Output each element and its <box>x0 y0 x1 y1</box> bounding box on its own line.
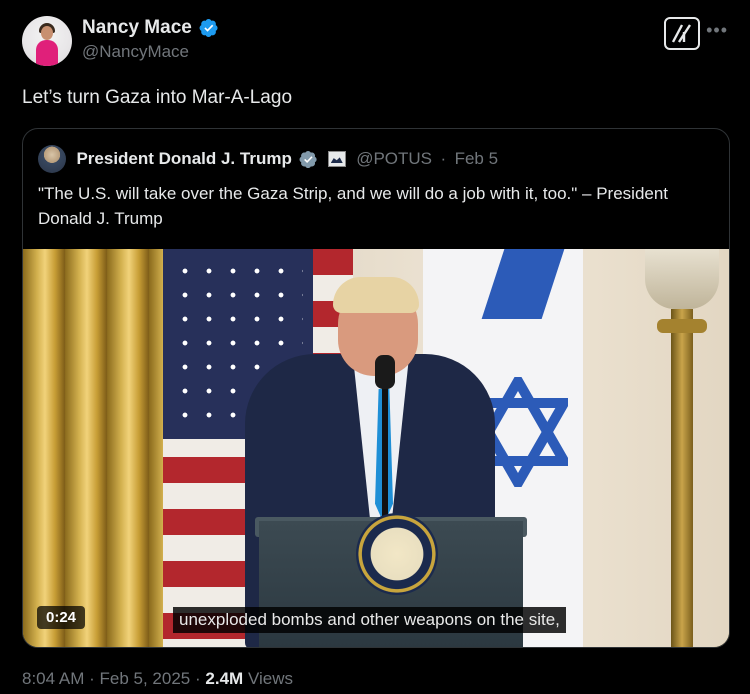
post-time[interactable]: 8:04 AM <box>22 669 84 688</box>
quoted-author-name[interactable]: President Donald J. Trump <box>76 149 291 169</box>
author-handle[interactable]: @NancyMace <box>82 42 219 62</box>
quoted-post-card[interactable]: President Donald J. Trump @POTUS · Feb 5… <box>22 128 730 648</box>
separator-dot: · <box>195 669 201 688</box>
post-date[interactable]: Feb 5, 2025 <box>100 669 191 688</box>
more-icon: ••• <box>706 20 728 40</box>
presidential-seal-icon <box>356 513 438 595</box>
quoted-post-date[interactable]: Feb 5 <box>455 149 498 169</box>
verified-badge-icon <box>299 150 317 168</box>
post-text: Let’s turn Gaza into Mar-A-Lago <box>22 87 293 108</box>
video-player[interactable]: 0:24 unexploded bombs and other weapons … <box>23 249 729 647</box>
verified-badge-icon <box>199 19 218 37</box>
author-display-name[interactable]: Nancy Mace <box>82 17 192 39</box>
microphone-icon <box>375 355 395 389</box>
post-metadata: 8:04 AM · Feb 5, 2025 · 2.4M Views <box>22 669 293 689</box>
grok-icon <box>671 24 692 43</box>
quoted-author-handle[interactable]: @POTUS <box>356 149 432 169</box>
views-label: Views <box>247 669 293 688</box>
views-count[interactable]: 2.4M <box>205 669 243 688</box>
quoted-post-header: President Donald J. Trump @POTUS · Feb 5 <box>38 145 498 173</box>
quoted-author-avatar[interactable] <box>38 145 66 173</box>
lamp-image <box>635 249 725 647</box>
separator-dot: · <box>89 669 95 688</box>
government-affiliation-icon <box>327 151 346 167</box>
grok-button[interactable] <box>664 17 700 50</box>
author-identity: Nancy Mace @NancyMace <box>82 17 219 62</box>
separator-dot: · <box>440 149 447 168</box>
quoted-post-text: "The U.S. will take over the Gaza Strip,… <box>38 184 669 228</box>
author-avatar[interactable] <box>22 16 72 66</box>
more-options-button[interactable]: ••• <box>706 20 728 41</box>
video-duration-badge: 0:24 <box>37 606 86 629</box>
video-caption: unexploded bombs and other weapons on th… <box>173 607 566 633</box>
post-header: Nancy Mace @NancyMace ••• <box>22 14 728 66</box>
